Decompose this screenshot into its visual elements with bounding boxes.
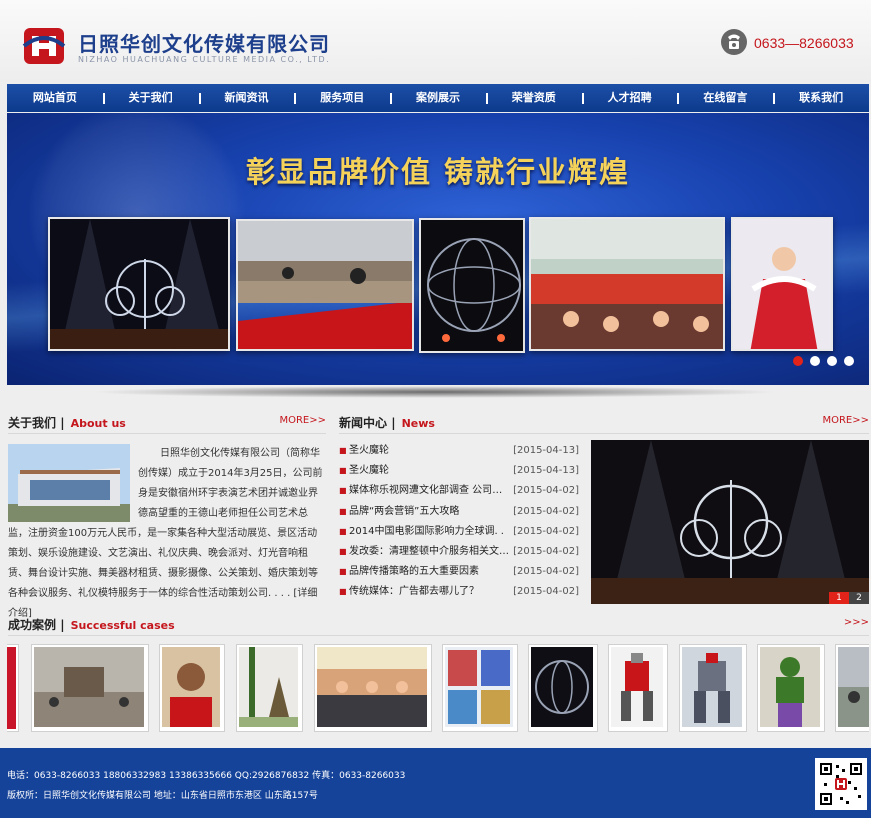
nav-contact[interactable]: 联系我们 (773, 84, 869, 112)
banner-photo-stage-wheel[interactable] (48, 217, 230, 351)
footer-copyright: 版权所：日照华创文化传媒有限公司 地址：山东省日照市东港区 山东路157号 (7, 791, 318, 801)
news-title-en: News (401, 417, 435, 430)
news-title: 新闻中心 (339, 416, 388, 430)
nav-message[interactable]: 在线留言 (677, 84, 773, 112)
news-item[interactable]: ■ 品牌“两会营销”五大攻略 [2015-04-02] (337, 502, 583, 522)
nav-jobs[interactable]: 人才招聘 (581, 84, 678, 112)
banner-slogan: 彰显品牌价值 铸就行业辉煌 (245, 155, 631, 189)
site-header: 日照华创文化传媒有限公司 NIZHAO HUACHUANG CULTURE ME… (0, 0, 871, 82)
case-thumb[interactable] (7, 644, 19, 732)
banner-dot-1[interactable] (793, 356, 803, 366)
case-thumb[interactable] (835, 644, 869, 732)
phone-icon (721, 29, 747, 55)
banner-dot-4[interactable] (844, 356, 854, 366)
news-item[interactable]: ■ 发改委：清理整顿中介服务相关文件. . [2015-04-02] (337, 542, 583, 562)
footer-contact: 电话：0633-8266033 18806332983 13386335666 … (7, 771, 406, 781)
main-nav: 网站首页 关于我们 新闻资讯 服务项目 案例展示 荣誉资质 人才招聘 在线留言 … (7, 84, 869, 112)
news-item[interactable]: ■ 圣火魔轮 [2015-04-13] (337, 461, 583, 481)
company-logo-icon[interactable] (22, 26, 66, 66)
nav-news[interactable]: 新闻资讯 (198, 84, 295, 112)
case-thumb[interactable] (236, 644, 303, 732)
banner-photo-steel-globe[interactable] (419, 218, 525, 353)
nav-services[interactable]: 服务项目 (294, 84, 390, 112)
news-item[interactable]: ■ 传统媒体：广告都去哪儿了？ [2015-04-02] (337, 582, 583, 602)
case-thumb[interactable] (757, 644, 825, 732)
case-thumb[interactable] (608, 644, 668, 732)
case-thumb[interactable] (31, 644, 149, 732)
bullet-icon: ■ (339, 526, 347, 536)
bullet-icon: ■ (339, 466, 347, 476)
phone-number: 0633—8266033 (754, 35, 854, 51)
nav-cases[interactable]: 案例展示 (390, 84, 486, 112)
cases-carousel (7, 644, 869, 732)
news-featured-photo[interactable]: 1 2 (591, 440, 869, 604)
news-more-link[interactable]: MORE>> (822, 415, 869, 426)
nav-home[interactable]: 网站首页 (7, 84, 103, 112)
banner-photo-red-carpet[interactable] (236, 219, 414, 351)
case-thumb[interactable] (679, 644, 747, 732)
about-title: 关于我们 (8, 416, 57, 430)
banner-dot-3[interactable] (827, 356, 837, 366)
case-thumb[interactable] (314, 644, 432, 732)
news-pager-1[interactable]: 1 (829, 592, 849, 604)
hero-banner[interactable]: 彰显品牌价值 铸就行业辉煌 (7, 113, 869, 385)
news-pager-2[interactable]: 2 (849, 592, 869, 604)
about-section-header: 关于我们 | About us MORE>> (8, 412, 326, 434)
news-item[interactable]: ■ 品牌传播策略的五大重要因素 [2015-04-02] (337, 562, 583, 582)
case-thumb[interactable] (528, 644, 598, 732)
cases-title-en: Successful cases (70, 619, 175, 632)
bullet-icon: ■ (339, 506, 347, 516)
company-name-en: NIZHAO HUACHUANG CULTURE MEDIA CO., LTD. (78, 55, 331, 64)
banner-photo-kids-show[interactable] (529, 217, 725, 351)
case-thumb[interactable] (442, 644, 518, 732)
qr-code-icon[interactable] (815, 758, 867, 810)
banner-shadow (90, 386, 780, 398)
about-more-link[interactable]: MORE>> (279, 415, 326, 426)
banner-photo-dancer[interactable] (731, 217, 833, 351)
about-title-en: About us (70, 417, 126, 430)
bullet-icon: ■ (339, 446, 347, 455)
news-photo-pager: 1 2 (829, 592, 869, 604)
news-item[interactable]: ■ 圣火魔轮 [2015-04-13] (337, 441, 583, 461)
site-footer: 电话：0633-8266033 18806332983 13386335666 … (0, 748, 871, 818)
news-list: ■ 圣火魔轮 [2015-04-13] ■ 圣火魔轮 [2015-04-13] ■ 媒体称… (337, 441, 583, 603)
bullet-icon: ■ (339, 567, 347, 577)
banner-dot-2[interactable] (810, 356, 820, 366)
case-thumb[interactable] (159, 644, 225, 732)
about-intro: 日照华创文化传媒有限公司（简称华创传媒）成立于2014年3月25日，公司前身是安… (8, 444, 326, 619)
banner-pagination (793, 356, 854, 366)
nav-honors[interactable]: 荣誉资质 (485, 84, 582, 112)
news-item[interactable]: ■ 媒体称乐视网遭文化部调查 公司今. . [2015-04-02] (337, 481, 583, 501)
bullet-icon: ■ (339, 486, 347, 496)
cases-more-link[interactable]: >>> (844, 617, 869, 628)
news-item[interactable]: ■ 2014中国电影国际影响力全球调. . [2015-04-02] (337, 522, 583, 542)
company-name: 日照华创文化传媒有限公司 (78, 32, 330, 56)
cases-section-header: 成功案例 | Successful cases >>> (8, 614, 869, 636)
bullet-icon: ■ (339, 546, 347, 556)
nav-about[interactable]: 关于我们 (102, 84, 199, 112)
bullet-icon: ■ (339, 587, 347, 597)
cases-title: 成功案例 (8, 618, 57, 632)
news-section-header: 新闻中心 | News MORE>> (339, 412, 869, 434)
